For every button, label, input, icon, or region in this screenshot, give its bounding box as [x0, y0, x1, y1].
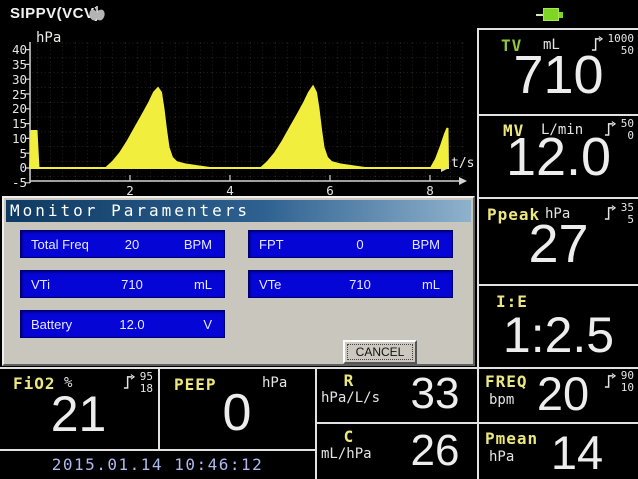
panel-tv: TV mL 100050 710	[479, 30, 638, 114]
alarm-limits-icon	[123, 373, 136, 390]
panel-mv: MV L/min 500 12.0	[479, 116, 638, 196]
divider	[478, 114, 638, 116]
dialog-title-bar[interactable]: Monitor Paramenters	[6, 200, 471, 222]
freq-alarm-low: 10	[621, 382, 634, 394]
waveform-svg	[0, 28, 478, 196]
field-unit: BPM	[388, 237, 452, 252]
panel-ie: I:E 1:2.5	[479, 286, 638, 367]
c-unit: mL/hPa	[321, 446, 372, 462]
y-tick-label: 15	[1, 116, 27, 131]
dialog-title: Monitor Paramenters	[10, 201, 250, 220]
y-tick-label: -5	[1, 175, 27, 190]
lungs-icon	[88, 6, 106, 21]
ac-power-icon	[536, 8, 566, 22]
ppeak-value: 27	[479, 217, 638, 271]
field-value: 12.0	[104, 317, 160, 332]
field-label: Total Freq	[21, 237, 104, 252]
divider	[0, 449, 315, 451]
ventilator-screen: SIPPV(VCV) hPa t/s 40	[0, 0, 638, 479]
divider	[478, 197, 638, 199]
divider	[478, 284, 638, 286]
panel-peep: PEEP hPa 0	[160, 369, 314, 449]
pmean-unit: hPa	[489, 449, 514, 465]
divider	[477, 28, 479, 479]
panel-ppeak: Ppeak hPa 355 27	[479, 199, 638, 283]
tv-value: 710	[479, 48, 638, 102]
y-tick-label: 0	[1, 160, 27, 175]
panel-freq: FREQ bpm 9010 20	[479, 369, 638, 421]
c-value: 26	[399, 429, 471, 473]
datetime-display: 2015.01.14 10:46:12	[0, 450, 315, 479]
field-unit: mL	[388, 277, 452, 292]
panel-fio2: FiO2 % 9518 21	[0, 369, 157, 449]
r-unit: hPa/L/s	[321, 390, 380, 406]
mv-value: 12.0	[479, 130, 638, 184]
r-label: R	[317, 371, 381, 390]
cancel-button[interactable]: CANCEL	[343, 340, 417, 364]
top-bar: SIPPV(VCV)	[0, 0, 638, 28]
y-axis-unit: hPa	[36, 30, 61, 46]
y-tick-label: 10	[1, 131, 27, 146]
y-tick-label: 40	[1, 42, 27, 57]
monitor-parameters-dialog: Monitor Paramenters Total Freq 20 BPM FP…	[2, 196, 475, 366]
freq-label: FREQ	[485, 372, 528, 391]
pmean-value: 14	[537, 429, 617, 476]
field-value: 710	[332, 277, 388, 292]
field-unit: BPM	[160, 237, 224, 252]
c-label: C	[317, 427, 381, 446]
field-value: 710	[104, 277, 160, 292]
field-unit: V	[160, 317, 224, 332]
divider	[315, 369, 317, 479]
panel-c: C mL/hPa 26	[317, 424, 477, 479]
x-axis-unit: t/s	[451, 156, 474, 171]
divider	[0, 367, 638, 369]
field-value: 20	[104, 237, 160, 252]
freq-unit: bpm	[489, 392, 514, 408]
pressure-waveform-chart: hPa t/s 40 35 30 25 20 15 10 5 0 -5 2 4 …	[0, 28, 478, 196]
freq-alarm-limits: 9010	[604, 370, 634, 394]
ventilation-mode-label: SIPPV(VCV)	[10, 5, 100, 22]
field-label: FPT	[249, 237, 332, 252]
dialog-field-total-freq: Total Freq 20 BPM	[20, 230, 225, 258]
ie-value: 1:2.5	[479, 310, 638, 360]
peep-value: 0	[160, 387, 314, 439]
y-tick-label: 30	[1, 72, 27, 87]
alarm-limits-icon	[604, 372, 617, 389]
dialog-field-vti: VTi 710 mL	[20, 270, 225, 298]
panel-r: R hPa/L/s 33	[317, 369, 477, 421]
freq-value: 20	[523, 370, 603, 417]
dialog-field-battery: Battery 12.0 V	[20, 310, 225, 338]
dialog-field-fpt: FPT 0 BPM	[248, 230, 453, 258]
fio2-value: 21	[0, 389, 157, 439]
y-tick-label: 20	[1, 101, 27, 116]
divider	[158, 369, 160, 449]
field-label: Battery	[21, 317, 104, 332]
field-unit: mL	[160, 277, 224, 292]
y-tick-label: 25	[1, 87, 27, 102]
y-tick-label: 35	[1, 57, 27, 72]
divider	[315, 422, 638, 424]
panel-pmean: Pmean hPa 14	[479, 424, 638, 479]
y-tick-label: 5	[1, 146, 27, 161]
field-label: VTe	[249, 277, 332, 292]
dialog-field-vte: VTe 710 mL	[248, 270, 453, 298]
datetime-text: 2015.01.14 10:46:12	[52, 455, 264, 474]
field-label: VTi	[21, 277, 104, 292]
r-value: 33	[399, 372, 471, 416]
chart-grid	[30, 42, 465, 182]
pmean-label: Pmean	[485, 429, 538, 448]
field-value: 0	[332, 237, 388, 252]
dialog-fields: Total Freq 20 BPM FPT 0 BPM VTi 710 mL V…	[20, 230, 453, 338]
